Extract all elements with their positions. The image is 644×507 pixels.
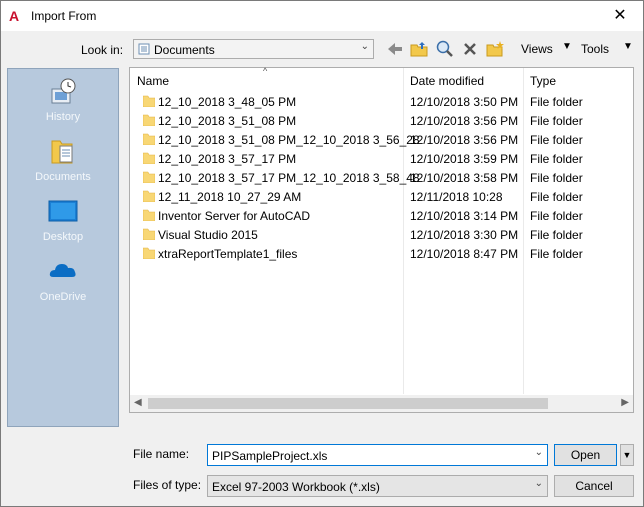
scroll-left-icon[interactable]: ◀ <box>134 397 142 408</box>
places-label: OneDrive <box>39 291 87 303</box>
file-date: 12/10/2018 3:58 PM <box>410 171 519 185</box>
places-item-desktop[interactable]: Desktop <box>8 195 118 251</box>
tools-menu-button[interactable]: Tools <box>581 42 609 56</box>
file-date: 12/10/2018 8:47 PM <box>410 247 519 261</box>
scroll-right-icon[interactable]: ▶ <box>621 397 629 408</box>
file-name: Visual Studio 2015 <box>158 228 258 242</box>
folder-icon <box>143 133 155 145</box>
file-date: 12/11/2018 10:28 <box>410 190 503 204</box>
autocad-app-icon: A <box>9 8 20 24</box>
look-in-value: Documents <box>154 43 215 57</box>
scrollbar-thumb[interactable] <box>148 398 548 409</box>
places-item-onedrive[interactable]: OneDrive <box>8 255 118 311</box>
tools-dropdown-arrow-icon[interactable]: ▼ <box>623 41 633 52</box>
open-button[interactable]: Open <box>554 444 617 466</box>
delete-icon[interactable] <box>460 39 480 59</box>
dialog-title: Import From <box>31 9 97 23</box>
folder-icon <box>143 152 155 164</box>
file-type: File folder <box>530 133 583 147</box>
list-item[interactable]: 12_10_2018 3_51_08 PM_12_10_2018 3_56_28… <box>130 130 635 149</box>
file-type: File folder <box>530 228 583 242</box>
file-type: File folder <box>530 209 583 223</box>
places-bar: History Documents Desktop OneDrive <box>7 68 119 427</box>
import-from-dialog: A Import From ✕ Look in: Documents ⌄ Vie… <box>0 0 644 507</box>
documents-icon <box>51 140 73 164</box>
list-item[interactable]: 12_10_2018 3_48_05 PM 12/10/2018 3:50 PM… <box>130 92 635 111</box>
file-type: File folder <box>530 171 583 185</box>
sort-ascending-icon: ^ <box>263 66 268 76</box>
views-dropdown-arrow-icon[interactable]: ▼ <box>562 41 572 52</box>
chevron-down-icon: ⌄ <box>360 41 369 52</box>
file-date: 12/10/2018 3:59 PM <box>410 152 519 166</box>
places-label: History <box>45 111 81 123</box>
list-item[interactable]: xtraReportTemplate1_files 12/10/2018 8:4… <box>130 244 635 263</box>
back-icon[interactable] <box>385 39 405 59</box>
files-of-type-dropdown[interactable]: Excel 97-2003 Workbook (*.xls) ⌄ <box>207 475 548 497</box>
file-type: File folder <box>530 114 583 128</box>
close-button[interactable]: ✕ <box>597 1 643 31</box>
list-item[interactable]: Visual Studio 2015 12/10/2018 3:30 PM Fi… <box>130 225 635 244</box>
folder-icon <box>143 209 155 221</box>
file-date: 12/10/2018 3:56 PM <box>410 114 519 128</box>
folder-icon <box>143 247 155 259</box>
files-of-type-value: Excel 97-2003 Workbook (*.xls) <box>212 480 380 494</box>
file-name: 12_10_2018 3_57_17 PM <box>158 152 297 166</box>
file-date: 12/10/2018 3:14 PM <box>410 209 519 223</box>
onedrive-icon <box>49 264 76 277</box>
views-menu-button[interactable]: Views <box>521 42 553 56</box>
places-label: Documents <box>35 171 91 183</box>
chevron-down-icon: ⌄ <box>534 478 543 489</box>
history-icon <box>51 78 76 104</box>
folder-icon <box>143 190 155 202</box>
title-bar: A Import From ✕ <box>1 1 643 31</box>
file-date: 12/10/2018 3:50 PM <box>410 95 519 109</box>
folder-icon <box>143 114 155 126</box>
list-item[interactable]: 12_10_2018 3_57_17 PM_12_10_2018 3_58_48… <box>130 168 635 187</box>
folder-icon <box>143 95 155 107</box>
new-folder-icon[interactable] <box>485 39 505 59</box>
places-item-documents[interactable]: Documents <box>8 135 118 191</box>
file-name: xtraReportTemplate1_files <box>158 247 298 261</box>
file-type: File folder <box>530 190 583 204</box>
documents-folder-icon <box>138 43 150 55</box>
file-type: File folder <box>530 247 583 261</box>
desktop-icon <box>48 200 78 222</box>
file-type: File folder <box>530 95 583 109</box>
file-name-value: PIPSampleProject.xls <box>212 449 328 463</box>
list-item[interactable]: 12_10_2018 3_51_08 PM 12/10/2018 3:56 PM… <box>130 111 635 130</box>
column-header-type[interactable]: Type <box>530 74 556 88</box>
file-name: 12_10_2018 3_57_17 PM_12_10_2018 3_58_48 <box>158 171 420 185</box>
file-name-label: File name: <box>133 447 190 461</box>
horizontal-scrollbar[interactable]: ◀ ▶ <box>130 395 633 412</box>
files-of-type-label: Files of type: <box>133 478 202 492</box>
folder-icon <box>143 171 155 183</box>
up-folder-icon[interactable] <box>409 39 429 59</box>
list-item[interactable]: Inventor Server for AutoCAD 12/10/2018 3… <box>130 206 635 225</box>
file-name: Inventor Server for AutoCAD <box>158 209 311 223</box>
file-name: 12_11_2018 10_27_29 AM <box>158 190 302 204</box>
file-name-field[interactable]: PIPSampleProject.xls ⌄ <box>207 444 548 466</box>
column-header-name[interactable]: Name <box>137 74 169 88</box>
column-header-date-modified[interactable]: Date modified <box>410 74 484 88</box>
file-name: 12_10_2018 3_51_08 PM_12_10_2018 3_56_28 <box>158 133 420 147</box>
look-in-dropdown[interactable]: Documents ⌄ <box>133 39 374 59</box>
file-name: 12_10_2018 3_51_08 PM <box>158 114 297 128</box>
file-type: File folder <box>530 152 583 166</box>
cancel-button[interactable]: Cancel <box>554 475 634 497</box>
file-date: 12/10/2018 3:30 PM <box>410 228 519 242</box>
search-web-icon[interactable] <box>435 39 455 59</box>
list-item[interactable]: 12_11_2018 10_27_29 AM 12/11/2018 10:28 … <box>130 187 635 206</box>
file-list[interactable]: ^ Name Date modified Type 12_10_2018 3_4… <box>129 66 635 413</box>
file-date: 12/10/2018 3:56 PM <box>410 133 519 147</box>
file-name: 12_10_2018 3_48_05 PM <box>158 95 297 109</box>
folder-icon <box>143 228 155 240</box>
chevron-down-icon[interactable]: ⌄ <box>535 447 543 458</box>
open-options-dropdown-icon[interactable]: ▼ <box>620 444 634 466</box>
places-label: Desktop <box>42 231 84 243</box>
list-item[interactable]: 12_10_2018 3_57_17 PM 12/10/2018 3:59 PM… <box>130 149 635 168</box>
places-item-history[interactable]: History <box>8 75 118 131</box>
look-in-label: Look in: <box>81 43 124 57</box>
